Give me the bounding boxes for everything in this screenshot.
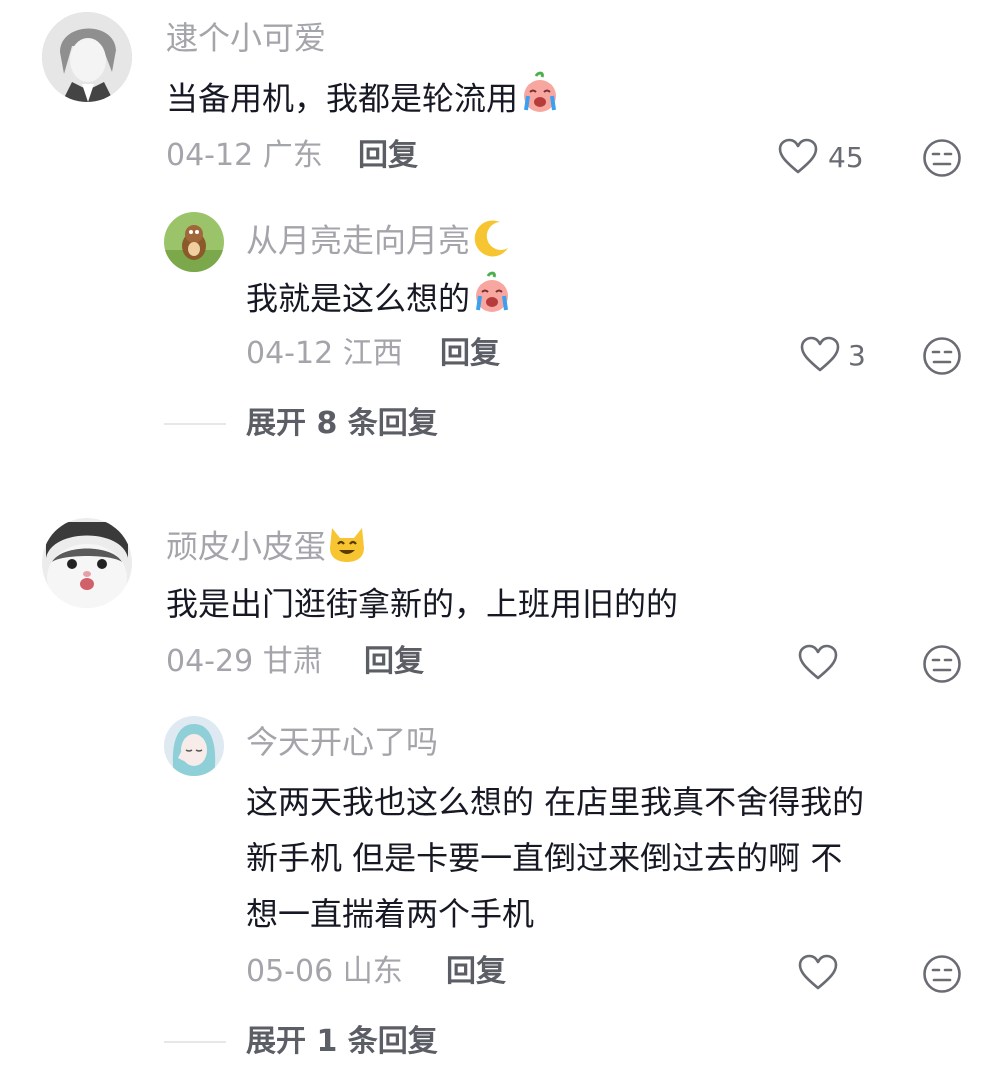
reply-text-line: 这两天我也这么想的 在店里我真不舍得我的 xyxy=(246,783,865,821)
reply-text-line: 新手机 但是卡要一直倒过来倒过去的啊 不 xyxy=(246,839,843,877)
meh-face-icon[interactable] xyxy=(922,336,962,376)
reply-button[interactable]: 回复 xyxy=(358,136,418,176)
avatar[interactable] xyxy=(164,212,224,272)
reply-text: 我就是这么想的 xyxy=(246,270,514,331)
like-button[interactable] xyxy=(798,952,842,996)
reply-location: 江西 xyxy=(342,336,403,371)
reply-text-line: 想一直揣着两个手机 xyxy=(246,895,535,933)
reply-date: 05-06 xyxy=(246,954,334,989)
reply-username-text: 从月亮走向月亮 xyxy=(246,221,471,260)
comment-username-text: 顽皮小皮蛋 xyxy=(166,527,327,566)
comment-text: 我是出门逛街拿新的，上班用旧的的 xyxy=(166,585,679,623)
comment-date: 04-29 xyxy=(166,644,254,679)
comment-text: 当备用机，我都是轮流用 xyxy=(166,70,562,131)
avatar[interactable] xyxy=(164,716,224,776)
reply-text: 这两天我也这么想的 在店里我真不舍得我的 新手机 但是卡要一直倒过来倒过去的啊 … xyxy=(246,774,864,942)
reply-button[interactable]: 回复 xyxy=(364,642,424,682)
meh-face-icon[interactable] xyxy=(922,954,962,994)
heart-outline-icon xyxy=(798,644,838,680)
expand-replies-button[interactable]: 展开 1 条回复 xyxy=(246,1022,438,1062)
reply-button[interactable]: 回复 xyxy=(446,952,506,992)
comment-meta: 04-29 甘肃 xyxy=(166,642,323,682)
comment-location: 广东 xyxy=(262,138,323,173)
reply-meta: 04-12 江西 xyxy=(246,334,403,374)
crying-laughing-peach-emoji xyxy=(470,270,514,331)
expand-divider xyxy=(164,423,226,425)
avatar-illustration xyxy=(42,12,132,102)
reply-username[interactable]: 今天开心了吗 xyxy=(246,722,438,762)
comment-meta: 04-12 广东 xyxy=(166,136,323,176)
avatar-illustration xyxy=(164,716,224,776)
avatar-illustration xyxy=(42,518,132,608)
crescent-moon-emoji xyxy=(470,218,512,267)
comment-date: 04-12 xyxy=(166,138,254,173)
expand-replies-button[interactable]: 展开 8 条回复 xyxy=(246,404,438,444)
avatar[interactable] xyxy=(42,12,132,102)
reply-button[interactable]: 回复 xyxy=(440,334,500,374)
comment-username[interactable]: 逮个小可爱 xyxy=(166,18,326,58)
meh-face-icon[interactable] xyxy=(922,138,962,178)
heart-outline-icon xyxy=(800,336,840,372)
reply-username[interactable]: 从月亮走向月亮 xyxy=(246,218,512,267)
like-count: 3 xyxy=(848,339,866,372)
crying-laughing-peach-emoji xyxy=(518,70,562,131)
like-count: 45 xyxy=(828,141,864,174)
smiling-cat-emoji xyxy=(326,524,368,573)
heart-outline-icon xyxy=(778,138,818,174)
reply-date: 04-12 xyxy=(246,336,334,371)
reply-location: 山东 xyxy=(342,954,403,989)
comment-location: 甘肃 xyxy=(262,644,323,679)
like-button[interactable] xyxy=(798,642,842,686)
avatar[interactable] xyxy=(42,518,132,608)
comment-username[interactable]: 顽皮小皮蛋 xyxy=(166,524,368,573)
like-button[interactable]: 3 xyxy=(800,334,880,378)
expand-divider xyxy=(164,1041,226,1043)
reply-meta: 05-06 山东 xyxy=(246,952,403,992)
comment-text-content: 当备用机，我都是轮流用 xyxy=(166,79,519,118)
reply-text-content: 我就是这么想的 xyxy=(246,279,471,318)
avatar-illustration xyxy=(164,212,224,272)
heart-outline-icon xyxy=(798,954,838,990)
like-button[interactable]: 45 xyxy=(778,136,878,180)
meh-face-icon[interactable] xyxy=(922,644,962,684)
